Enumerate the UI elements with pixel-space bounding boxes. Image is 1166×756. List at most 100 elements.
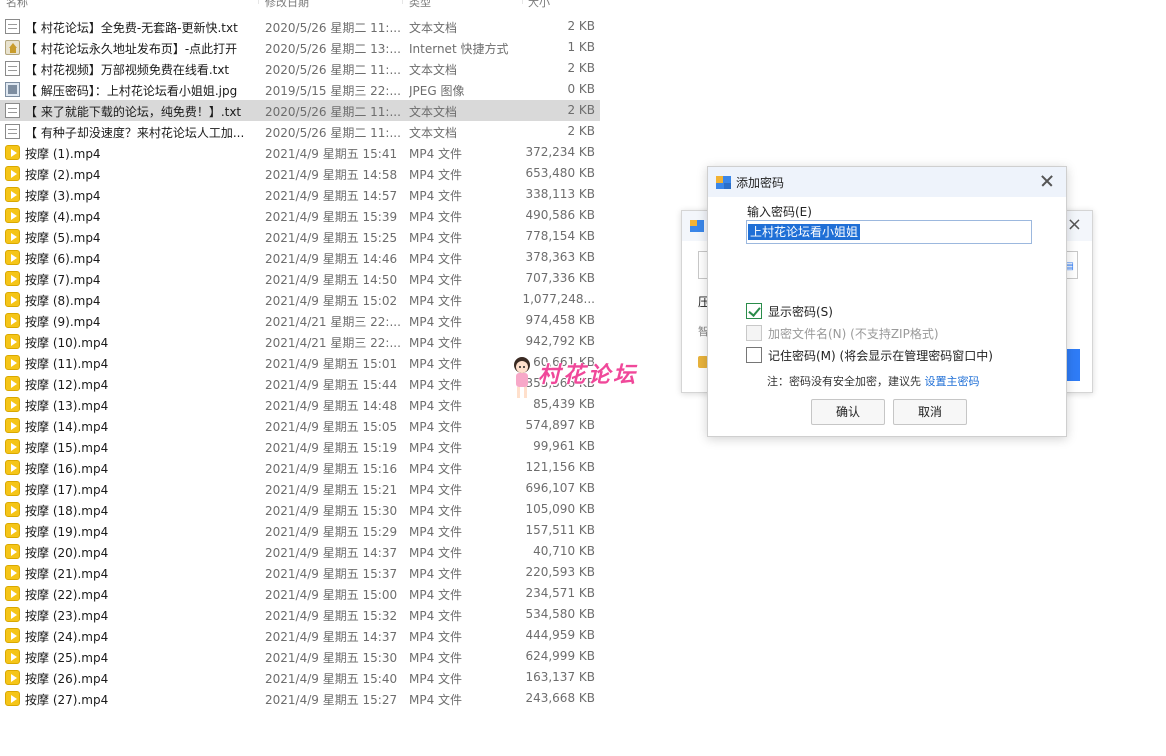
file-type: MP4 文件 bbox=[409, 315, 463, 329]
file-row[interactable]: 按摩 (18).mp4 2021/4/9 星期五 15:30 MP4 文件 105,0… bbox=[0, 499, 600, 520]
file-row[interactable]: 按摩 (21).mp4 2021/4/9 星期五 15:37 MP4 文件 220,5… bbox=[0, 562, 600, 583]
cancel-button[interactable]: 取消 bbox=[893, 399, 967, 425]
file-row[interactable]: 按摩 (19).mp4 2021/4/9 星期五 15:29 MP4 文件 157,5… bbox=[0, 520, 600, 541]
file-row[interactable]: 按摩 (22).mp4 2021/4/9 星期五 15:00 MP4 文件 234,5… bbox=[0, 583, 600, 604]
file-type: MP4 文件 bbox=[409, 672, 463, 686]
file-date: 2020/5/26 星期二 11:... bbox=[265, 63, 400, 77]
show-password-checkbox[interactable] bbox=[746, 303, 762, 319]
file-date: 2021/4/9 星期五 14:50 bbox=[265, 273, 398, 287]
file-row[interactable]: 【 来了就能下载的论坛，纯免费！】.txt 2020/5/26 星期二 11:..… bbox=[0, 100, 600, 121]
video-file-icon bbox=[5, 691, 20, 706]
file-date: 2021/4/9 星期五 15:02 bbox=[265, 294, 398, 308]
file-row[interactable]: 按摩 (20).mp4 2021/4/9 星期五 14:37 MP4 文件 40,71… bbox=[0, 541, 600, 562]
file-size: 121,156 KB bbox=[525, 460, 595, 474]
file-row[interactable]: 按摩 (9).mp4 2021/4/21 星期三 22:... MP4 文件 974,… bbox=[0, 310, 600, 331]
file-size: 1 KB bbox=[567, 40, 595, 54]
file-size: 338,113 KB bbox=[525, 187, 595, 201]
file-size: 40,710 KB bbox=[533, 544, 595, 558]
file-type: MP4 文件 bbox=[409, 189, 463, 203]
file-row[interactable]: 按摩 (8).mp4 2021/4/9 星期五 15:02 MP4 文件 1,077,… bbox=[0, 289, 600, 310]
file-size: 157,511 KB bbox=[525, 523, 595, 537]
file-type: MP4 文件 bbox=[409, 630, 463, 644]
password-input[interactable]: 上村花论坛看小姐姐 bbox=[746, 220, 1032, 244]
text-file-icon bbox=[5, 124, 20, 139]
file-date: 2021/4/9 星期五 15:00 bbox=[265, 588, 398, 602]
set-master-password-link[interactable]: 设置主密码 bbox=[925, 375, 980, 388]
file-row[interactable]: 【 有种子却没速度？来村花论坛人工加... 2020/5/26 星期二 11:..… bbox=[0, 121, 600, 142]
file-size: 372,234 KB bbox=[525, 145, 595, 159]
file-name: 按摩 (8).mp4 bbox=[25, 294, 101, 308]
file-date: 2020/5/26 星期二 11:... bbox=[265, 105, 400, 119]
cartoon-girl-icon bbox=[514, 357, 530, 398]
file-name: 按摩 (17).mp4 bbox=[25, 483, 109, 497]
archive-dialog-close-icon[interactable]: × bbox=[1067, 214, 1082, 235]
dialog-titlebar[interactable]: 添加密码 bbox=[708, 167, 1066, 197]
file-row[interactable]: 按摩 (16).mp4 2021/4/9 星期五 15:16 MP4 文件 121,1… bbox=[0, 457, 600, 478]
ok-button[interactable]: 确认 bbox=[811, 399, 885, 425]
column-divider[interactable] bbox=[258, 0, 259, 4]
security-note-text: 注：密码没有安全加密，建议先 bbox=[767, 375, 925, 388]
file-type: MP4 文件 bbox=[409, 546, 463, 560]
file-row[interactable]: 【 村花论坛】全免费-无套路-更新快.txt 2020/5/26 星期二 11:.… bbox=[0, 16, 600, 37]
close-icon[interactable] bbox=[1036, 170, 1058, 192]
file-date: 2021/4/9 星期五 15:30 bbox=[265, 504, 398, 518]
column-header-type[interactable]: 类型 bbox=[409, 0, 431, 10]
file-row[interactable]: 按摩 (25).mp4 2021/4/9 星期五 15:30 MP4 文件 624,9… bbox=[0, 646, 600, 667]
file-name: 按摩 (26).mp4 bbox=[25, 672, 109, 686]
video-file-icon bbox=[5, 229, 20, 244]
video-file-icon bbox=[5, 544, 20, 559]
file-date: 2021/4/9 星期五 14:48 bbox=[265, 399, 398, 413]
file-date: 2021/4/9 星期五 15:21 bbox=[265, 483, 398, 497]
file-row[interactable]: 按摩 (17).mp4 2021/4/9 星期五 15:21 MP4 文件 696,1… bbox=[0, 478, 600, 499]
file-name: 【 有种子却没速度？来村花论坛人工加... bbox=[25, 126, 245, 140]
file-type: MP4 文件 bbox=[409, 441, 463, 455]
file-row[interactable]: 按摩 (10).mp4 2021/4/21 星期三 22:... MP4 文件 942… bbox=[0, 331, 600, 352]
file-name: 按摩 (21).mp4 bbox=[25, 567, 109, 581]
file-date: 2021/4/21 星期三 22:... bbox=[265, 315, 400, 329]
file-row[interactable]: 按摩 (3).mp4 2021/4/9 星期五 14:57 MP4 文件 338,11… bbox=[0, 184, 600, 205]
remember-password-label[interactable]: 记住密码(M) (将会显示在管理密码窗口中) bbox=[768, 347, 993, 364]
column-header-size[interactable]: 大小 bbox=[528, 0, 550, 10]
image-file-icon bbox=[5, 82, 20, 97]
file-type: MP4 文件 bbox=[409, 252, 463, 266]
file-row[interactable]: 按摩 (7).mp4 2021/4/9 星期五 14:50 MP4 文件 707,33… bbox=[0, 268, 600, 289]
video-file-icon bbox=[5, 250, 20, 265]
column-divider[interactable] bbox=[522, 0, 523, 4]
column-header-name[interactable]: 名称 bbox=[6, 0, 28, 10]
file-row[interactable]: 按摩 (6).mp4 2021/4/9 星期五 14:46 MP4 文件 378,36… bbox=[0, 247, 600, 268]
file-row[interactable]: 按摩 (5).mp4 2021/4/9 星期五 15:25 MP4 文件 778,15… bbox=[0, 226, 600, 247]
file-row[interactable]: 按摩 (27).mp4 2021/4/9 星期五 15:27 MP4 文件 243,6… bbox=[0, 688, 600, 709]
watermark: 村花论坛 bbox=[509, 355, 669, 405]
video-file-icon bbox=[5, 397, 20, 412]
file-name: 按摩 (3).mp4 bbox=[25, 189, 101, 203]
file-row[interactable]: 按摩 (26).mp4 2021/4/9 星期五 15:40 MP4 文件 163,1… bbox=[0, 667, 600, 688]
file-row[interactable]: 按摩 (24).mp4 2021/4/9 星期五 14:37 MP4 文件 444,9… bbox=[0, 625, 600, 646]
text-file-icon bbox=[5, 103, 20, 118]
file-date: 2020/5/26 星期二 11:... bbox=[265, 126, 400, 140]
file-size: 574,897 KB bbox=[525, 418, 595, 432]
file-row[interactable]: 按摩 (14).mp4 2021/4/9 星期五 15:05 MP4 文件 574,8… bbox=[0, 415, 600, 436]
remember-password-checkbox[interactable] bbox=[746, 347, 762, 363]
column-divider[interactable] bbox=[402, 0, 403, 4]
file-name: 按摩 (13).mp4 bbox=[25, 399, 109, 413]
text-file-icon bbox=[5, 61, 20, 76]
file-row[interactable]: 【 村花视频】万部视频免费在线看.txt 2020/5/26 星期二 11:...… bbox=[0, 58, 600, 79]
file-row[interactable]: 按摩 (2).mp4 2021/4/9 星期五 14:58 MP4 文件 653,48… bbox=[0, 163, 600, 184]
column-header-date[interactable]: 修改日期 bbox=[265, 0, 309, 10]
file-name: 按摩 (4).mp4 bbox=[25, 210, 101, 224]
file-date: 2021/4/9 星期五 15:32 bbox=[265, 609, 398, 623]
file-date: 2021/4/9 星期五 14:57 bbox=[265, 189, 398, 203]
password-value[interactable]: 上村花论坛看小姐姐 bbox=[748, 224, 861, 240]
file-date: 2021/4/9 星期五 15:05 bbox=[265, 420, 398, 434]
file-date: 2021/4/9 星期五 15:16 bbox=[265, 462, 398, 476]
file-type: MP4 文件 bbox=[409, 378, 463, 392]
file-row[interactable]: 按摩 (4).mp4 2021/4/9 星期五 15:39 MP4 文件 490,58… bbox=[0, 205, 600, 226]
file-type: MP4 文件 bbox=[409, 504, 463, 518]
file-row[interactable]: 【 解压密码】：上村花论坛看小姐姐.jpg 2019/5/15 星期三 22:..… bbox=[0, 79, 600, 100]
show-password-label[interactable]: 显示密码(S) bbox=[768, 303, 833, 320]
file-row[interactable]: 按摩 (1).mp4 2021/4/9 星期五 15:41 MP4 文件 372,23… bbox=[0, 142, 600, 163]
file-row[interactable]: 【 村花论坛永久地址发布页】-点此打开 2020/5/26 星期二 13:... I… bbox=[0, 37, 600, 58]
video-file-icon bbox=[5, 313, 20, 328]
file-row[interactable]: 按摩 (23).mp4 2021/4/9 星期五 15:32 MP4 文件 534,5… bbox=[0, 604, 600, 625]
file-row[interactable]: 按摩 (15).mp4 2021/4/9 星期五 15:19 MP4 文件 99,96… bbox=[0, 436, 600, 457]
